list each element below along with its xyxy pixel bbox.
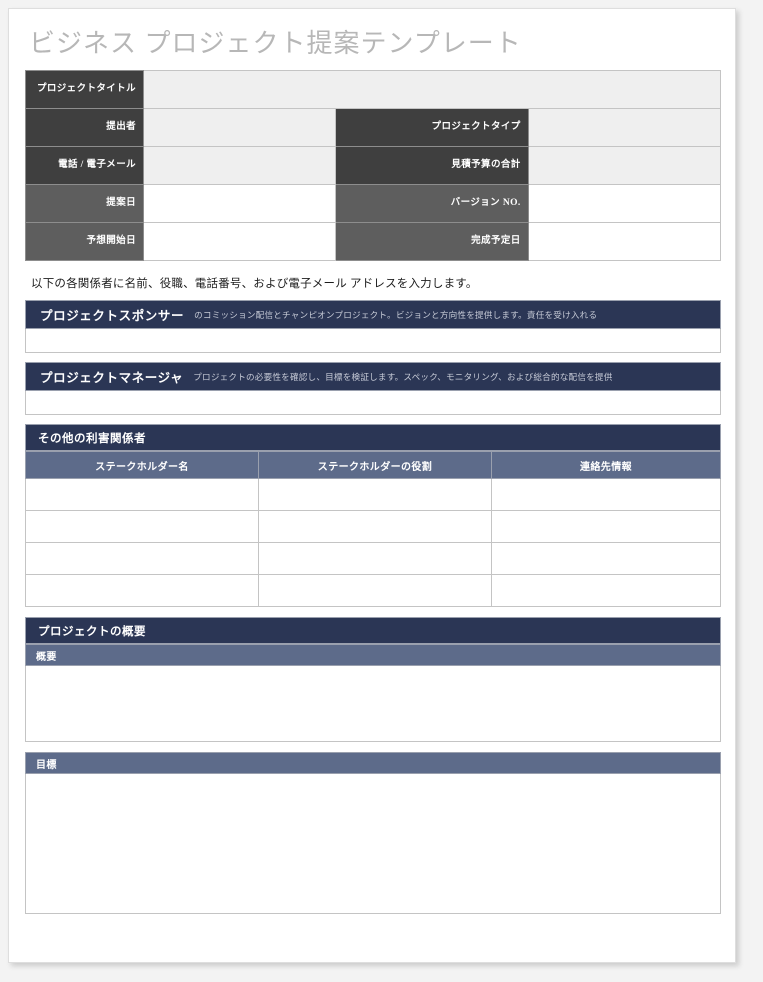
table-row: プロジェクトタイトル [25, 70, 721, 109]
table-row [25, 510, 721, 543]
project-info-table: プロジェクトタイトル 提出者 プロジェクトタイプ 電話 / 電子メール 見積予算… [25, 70, 722, 261]
cell-contact-info[interactable] [491, 574, 721, 607]
column-contact-info: 連絡先情報 [491, 451, 721, 479]
table-row [25, 574, 721, 607]
field-estimated-budget[interactable] [527, 146, 722, 185]
project-manager-input[interactable] [25, 391, 721, 415]
page-title: ビジネス プロジェクト提案テンプレート [29, 29, 522, 58]
field-expected-completion-date[interactable] [527, 222, 722, 261]
summary-label: 概要 [25, 644, 721, 666]
stakeholder-instruction: 以下の各関係者に名前、役職、電話番号、および電子メール アドレスを入力します。 [31, 278, 478, 290]
project-manager-description: プロジェクトの必要性を確認し、目標を検証します。スペック、モニタリング、および総… [193, 371, 613, 382]
stakeholders-table: ステークホルダー名 ステークホルダーの役割 連絡先情報 [25, 451, 721, 607]
goal-label: 目標 [25, 752, 721, 774]
project-overview-header: プロジェクトの概要 [25, 617, 721, 644]
field-project-type[interactable] [527, 108, 722, 147]
project-manager-header: プロジェクトマネージャ プロジェクトの必要性を確認し、目標を検証します。スペック… [25, 362, 721, 391]
cell-stakeholder-name[interactable] [25, 542, 259, 575]
label-expected-start-date: 予想開始日 [25, 222, 144, 261]
table-row: 提出者 プロジェクトタイプ [25, 108, 722, 147]
field-proposal-date[interactable] [142, 184, 337, 223]
document-page: ビジネス プロジェクト提案テンプレート プロジェクトタイトル 提出者 プロジェク… [8, 8, 736, 963]
column-stakeholder-name: ステークホルダー名 [25, 451, 259, 479]
project-manager-title: プロジェクトマネージャ [40, 371, 184, 385]
label-version-no: バージョン NO. [335, 184, 529, 223]
project-sponsor-title: プロジェクトスポンサー [40, 309, 185, 323]
column-stakeholder-role: ステークホルダーの役割 [258, 451, 492, 479]
project-sponsor-input[interactable] [25, 329, 721, 353]
table-row [25, 478, 721, 511]
field-project-title[interactable] [143, 70, 721, 109]
label-project-type: プロジェクトタイプ [335, 108, 529, 147]
label-expected-completion-date: 完成予定日 [335, 222, 529, 261]
cell-stakeholder-role[interactable] [258, 510, 492, 543]
cell-stakeholder-name[interactable] [25, 478, 259, 511]
label-estimated-budget: 見積予算の合計 [335, 146, 529, 185]
field-submitter[interactable] [142, 108, 337, 147]
field-version-no[interactable] [527, 184, 722, 223]
goal-textarea[interactable] [25, 774, 721, 914]
field-expected-start-date[interactable] [142, 222, 337, 261]
label-proposal-date: 提案日 [25, 184, 144, 223]
cell-stakeholder-name[interactable] [25, 574, 259, 607]
cell-contact-info[interactable] [491, 542, 721, 575]
project-sponsor-header: プロジェクトスポンサー のコミッション配信とチャンピオンプロジェクト。ビジョンと… [25, 300, 721, 329]
cell-contact-info[interactable] [491, 478, 721, 511]
field-phone-email[interactable] [142, 146, 337, 185]
table-header-row: ステークホルダー名 ステークホルダーの役割 連絡先情報 [25, 451, 721, 479]
cell-stakeholder-role[interactable] [258, 574, 492, 607]
label-submitter: 提出者 [25, 108, 144, 147]
cell-stakeholder-role[interactable] [258, 478, 492, 511]
other-stakeholders-header: その他の利害関係者 [25, 424, 721, 451]
cell-stakeholder-name[interactable] [25, 510, 259, 543]
table-row: 提案日 バージョン NO. [25, 184, 722, 223]
table-row [25, 542, 721, 575]
cell-stakeholder-role[interactable] [258, 542, 492, 575]
summary-textarea[interactable] [25, 666, 721, 742]
cell-contact-info[interactable] [491, 510, 721, 543]
table-row: 電話 / 電子メール 見積予算の合計 [25, 146, 722, 185]
label-phone-email: 電話 / 電子メール [25, 146, 144, 185]
table-row: 予想開始日 完成予定日 [25, 222, 722, 261]
label-project-title: プロジェクトタイトル [25, 70, 144, 109]
project-sponsor-description: のコミッション配信とチャンピオンプロジェクト。ビジョンと方向性を提供します。責任… [194, 309, 598, 320]
